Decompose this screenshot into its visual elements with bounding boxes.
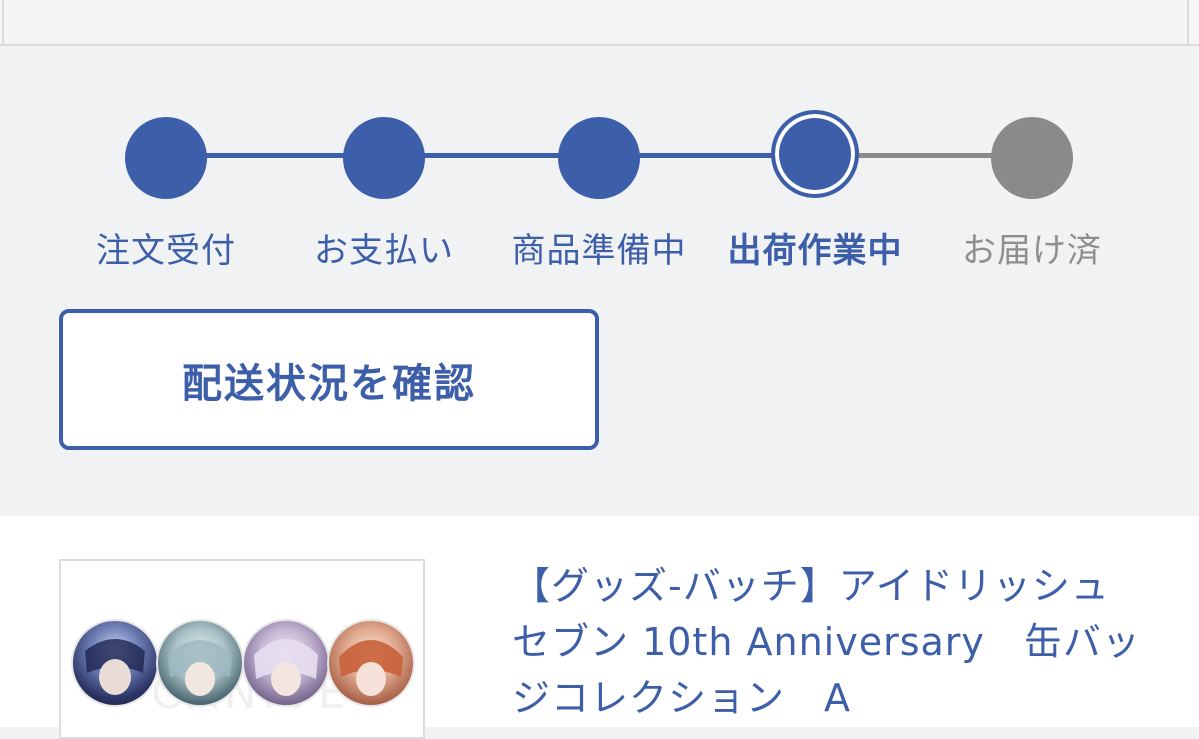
step-label-preparing: 商品準備中 (511, 231, 687, 271)
badge-image-3 (244, 621, 328, 705)
product-thumbnail[interactable]: CANIVE (59, 559, 425, 739)
step-dot-delivered (991, 117, 1073, 199)
step-dot-order-received (125, 117, 207, 199)
step-label-shipping: 出荷作業中 (727, 231, 903, 271)
step-dot-shipping (771, 110, 859, 198)
badge-image-4 (329, 621, 413, 705)
step-label-delivered: お届け済 (962, 231, 1102, 271)
step-label-payment: お支払い (314, 231, 454, 271)
step-label-order-received: 注文受付 (96, 231, 236, 271)
progress-tracker: 注文受付 お支払い 商品準備中 出荷作業中 お届け済 (0, 46, 1199, 286)
step-dot-payment (343, 117, 425, 199)
product-item: CANIVE 【グッズ-バッチ】アイドリッシュセブン 10th Annivers… (0, 516, 1199, 739)
order-status-section: 注文受付 お支払い 商品準備中 出荷作業中 お届け済 配送状況を確認 (0, 46, 1199, 516)
confirm-shipping-button[interactable]: 配送状況を確認 (59, 309, 599, 450)
product-title-link[interactable]: 【グッズ-バッチ】アイドリッシュセブン 10th Anniversary 缶バッ… (512, 558, 1142, 726)
badge-image-2 (158, 621, 242, 705)
top-panel (0, 0, 1199, 46)
step-dot-preparing (558, 117, 640, 199)
badge-image-1 (73, 621, 157, 705)
